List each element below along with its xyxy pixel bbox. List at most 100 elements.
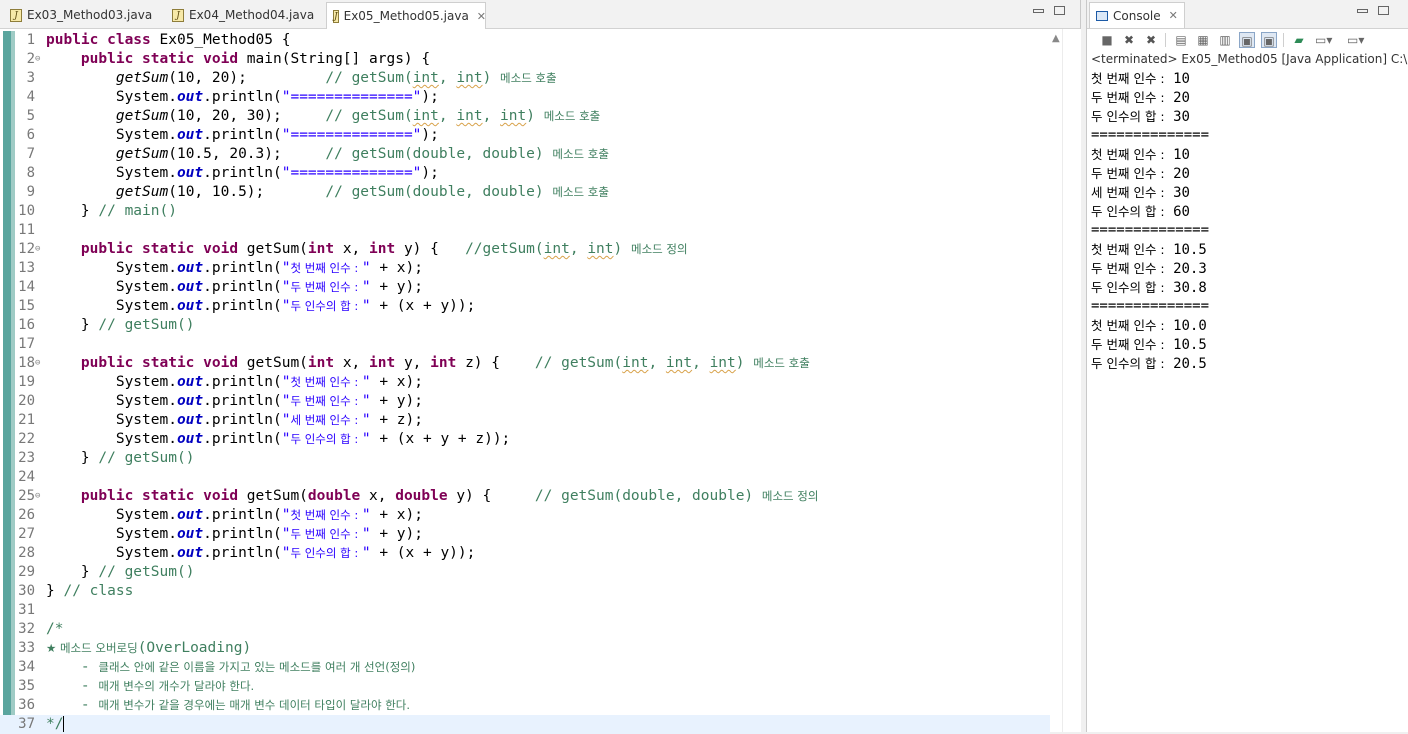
code-line[interactable]: 18 ⊖ public static void getSum(int x, int… — [0, 354, 1050, 373]
vertical-scrollbar[interactable]: ▲ — [1050, 29, 1062, 732]
code-token: out — [176, 165, 204, 181]
output-value: 10.0 — [1173, 318, 1207, 334]
code-token: // getSum( — [325, 70, 413, 86]
code-line[interactable]: 4 System.out.println("=============="); — [0, 88, 1050, 107]
code-line[interactable]: 3 getSum(10, 20); // getSum(int, int) 메소… — [0, 69, 1050, 88]
code-line[interactable]: 34 - 클래스 안에 같은 이름을 가지고 있는 메소드를 여러 개 선언(정… — [0, 658, 1050, 677]
code-editor[interactable]: J Ex03_Method03.java J Ex04_Method04.jav… — [0, 0, 1081, 734]
code-line[interactable]: 25 ⊖ public static void getSum(double x, … — [0, 487, 1050, 506]
code-line[interactable]: 11 — [0, 221, 1050, 240]
code-lines[interactable]: 1 public class Ex05_Method05 {2 ⊖ public s… — [0, 29, 1050, 734]
close-tab-icon[interactable]: ✕ — [477, 10, 486, 23]
code-line[interactable]: 26 System.out.println("첫 번째 인수 : " + x); — [0, 506, 1050, 525]
fold-toggle-icon[interactable]: ⊖ — [35, 487, 40, 506]
open-console-icon[interactable]: ▭▾ — [1347, 32, 1364, 48]
code-line[interactable]: 17 — [0, 335, 1050, 354]
code-text: getSum(10, 20); // getSum(int, int) 메소드 … — [46, 69, 557, 88]
pin-console-icon[interactable]: ▰ — [1291, 32, 1307, 48]
show-on-stdout-icon[interactable]: ▣ — [1239, 32, 1255, 48]
code-line[interactable]: 37 */ — [0, 715, 1050, 734]
code-line[interactable]: 28 System.out.println("두 인수의 합 : " + (x … — [0, 544, 1050, 563]
line-number: 6 — [26, 127, 35, 143]
code-token: getSum — [115, 70, 169, 86]
code-token: 메소드 호출 — [753, 356, 810, 370]
code-line[interactable]: 6 System.out.println("=============="); — [0, 126, 1050, 145]
console-output-line: 두 번째 인수 : 20 — [1091, 88, 1408, 107]
code-line[interactable]: 31 — [0, 601, 1050, 620]
code-line[interactable]: 21 System.out.println("세 번째 인수 : " + z); — [0, 411, 1050, 430]
code-token: 두 인수의 합 : — [290, 299, 362, 313]
code-token: .println( — [203, 412, 282, 428]
code-token: int — [412, 70, 439, 86]
code-line[interactable]: 24 — [0, 468, 1050, 487]
fold-toggle-icon[interactable]: ⊖ — [35, 50, 40, 69]
close-console-icon[interactable]: ✕ — [1169, 9, 1178, 22]
word-wrap-icon[interactable]: ▥ — [1217, 32, 1233, 48]
code-line[interactable]: 2 ⊖ public static void main(String[] args… — [0, 50, 1050, 69]
code-line[interactable]: 8 System.out.println("=============="); — [0, 164, 1050, 183]
code-line[interactable]: 9 getSum(10, 10.5); // getSum(double, do… — [0, 183, 1050, 202]
show-on-stderr-icon[interactable]: ▣ — [1261, 32, 1277, 48]
fold-toggle-icon[interactable]: ⊖ — [35, 354, 40, 373]
code-line[interactable]: 30} // class — [0, 582, 1050, 601]
line-number: 17 — [18, 336, 35, 352]
console-tab[interactable]: Console ✕ — [1089, 2, 1185, 28]
code-text: System.out.println("첫 번째 인수 : " + x); — [46, 506, 423, 525]
code-token: getSum — [115, 184, 169, 200]
code-line[interactable]: 33 ★ 메소드 오버로딩(OverLoading) — [0, 639, 1050, 658]
output-label: 첫 번째 인수 : — [1091, 147, 1165, 162]
scroll-up-icon[interactable]: ▲ — [1052, 33, 1060, 44]
code-token: " — [361, 298, 371, 314]
minimize-icon[interactable] — [1357, 9, 1368, 13]
code-line[interactable]: 27 System.out.println("두 번째 인수 : " + y); — [0, 525, 1050, 544]
code-line[interactable]: 12 ⊖ public static void getSum(int x, int… — [0, 240, 1050, 259]
code-line[interactable]: 32 /* — [0, 620, 1050, 639]
code-line[interactable]: 20 System.out.println("두 번째 인수 : " + y); — [0, 392, 1050, 411]
code-token: .println( — [203, 127, 282, 143]
terminate-icon[interactable]: ■ — [1099, 32, 1115, 48]
clear-console-icon[interactable]: ▤ — [1173, 32, 1189, 48]
code-token: " — [361, 412, 371, 428]
code-line[interactable]: 19 System.out.println("첫 번째 인수 : " + x); — [0, 373, 1050, 392]
code-line[interactable]: 1 public class Ex05_Method05 { — [0, 31, 1050, 50]
scroll-lock-icon[interactable]: ▦ — [1195, 32, 1211, 48]
code-line[interactable]: 22 System.out.println("두 인수의 합 : " + (x … — [0, 430, 1050, 449]
code-line[interactable]: 5 getSum(10, 20, 30); // getSum(int, int… — [0, 107, 1050, 126]
remove-all-terminated-icon[interactable]: ✖ — [1143, 32, 1159, 48]
minimize-icon[interactable] — [1033, 9, 1044, 13]
code-line[interactable]: 14 System.out.println("두 번째 인수 : " + y); — [0, 278, 1050, 297]
output-label: 두 번째 인수 : — [1091, 337, 1165, 352]
code-line[interactable]: 36 - 매개 변수가 같을 경우에는 매개 변수 데이터 타입이 달라야 한다… — [0, 696, 1050, 715]
line-number: 37 — [18, 716, 35, 732]
tab-ex03[interactable]: J Ex03_Method03.java — [4, 2, 162, 28]
display-console-icon[interactable]: ▭▾ — [1315, 32, 1332, 48]
code-token: getSum( — [246, 241, 308, 257]
code-line[interactable]: 10 } // main() — [0, 202, 1050, 221]
remove-launch-icon[interactable]: ✖ — [1121, 32, 1137, 48]
code-line[interactable]: 29 } // getSum() — [0, 563, 1050, 582]
output-value: 10 — [1173, 147, 1190, 163]
tab-ex05[interactable]: J Ex05_Method05.java ✕ — [326, 2, 486, 29]
console-output[interactable]: 첫 번째 인수 : 10 두 번째 인수 : 20 두 인수의 합 : 30 ====… — [1091, 69, 1408, 373]
code-token: + y); — [370, 279, 423, 295]
code-line[interactable]: 7 getSum(10.5, 20.3); // getSum(double, … — [0, 145, 1050, 164]
code-line[interactable]: 15 System.out.println("두 인수의 합 : " + (x … — [0, 297, 1050, 316]
maximize-icon[interactable] — [1054, 6, 1065, 15]
console-output-line: ============== — [1091, 221, 1408, 240]
line-number: 11 — [18, 222, 35, 238]
code-token: 매개 변수가 같을 경우에는 매개 변수 데이터 타입이 달라야 한다. — [98, 698, 411, 712]
fold-toggle-icon[interactable]: ⊖ — [35, 240, 40, 259]
maximize-icon[interactable] — [1378, 6, 1389, 15]
code-token: } — [46, 203, 99, 219]
code-line[interactable]: 13 System.out.println("첫 번째 인수 : " + x); — [0, 259, 1050, 278]
code-token: .println( — [203, 260, 282, 276]
code-line[interactable]: 23 } // getSum() — [0, 449, 1050, 468]
code-line[interactable]: 35 - 매개 변수의 개수가 달라야 한다. — [0, 677, 1050, 696]
line-number: 22 — [18, 431, 35, 447]
code-token: double — [395, 488, 457, 504]
console-toolbar: ■ ✖ ✖ ▤ ▦ ▥ ▣ ▣ ▰ ▭▾ ▭▾ — [1087, 30, 1408, 50]
code-line[interactable]: 16 } // getSum() — [0, 316, 1050, 335]
tab-ex04[interactable]: J Ex04_Method04.java — [166, 2, 324, 28]
java-file-icon: J — [333, 9, 339, 23]
output-value: 20.5 — [1173, 356, 1207, 372]
